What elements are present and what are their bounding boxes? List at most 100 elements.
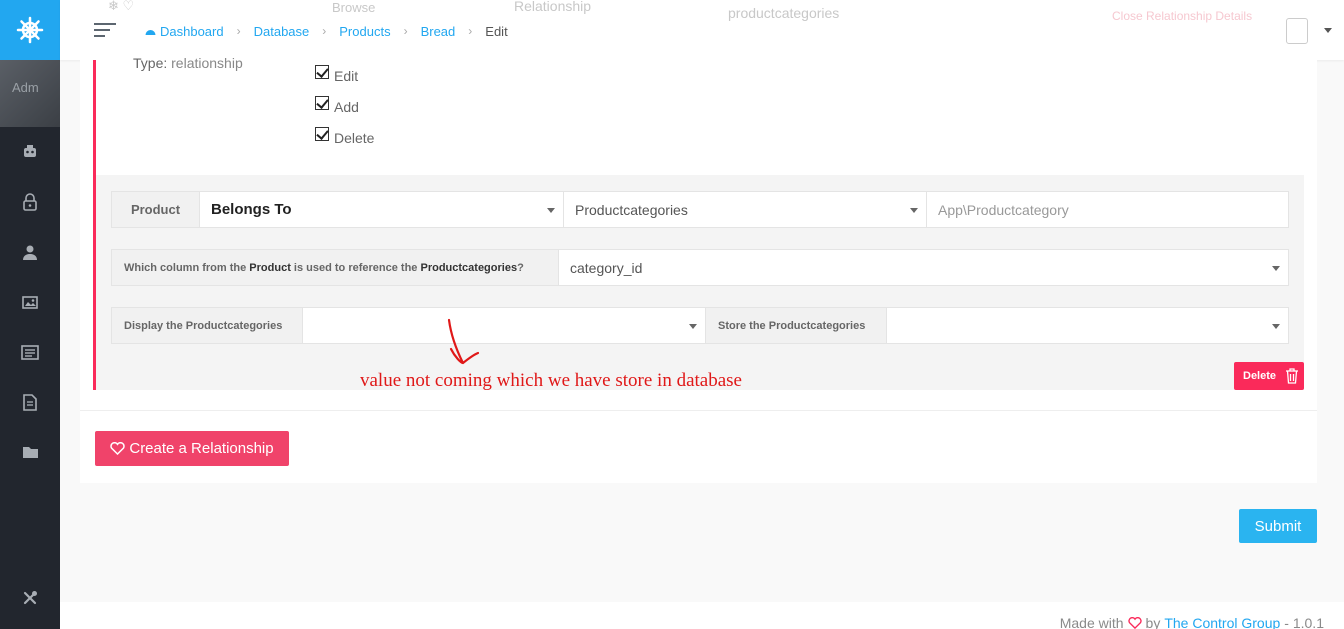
sidebar-item-pages[interactable] xyxy=(0,377,60,427)
breadcrumb-dashboard[interactable]: Dashboard xyxy=(160,24,224,39)
checkbox-add[interactable] xyxy=(315,96,329,110)
lock-icon xyxy=(23,193,37,211)
relationship-column-select[interactable]: category_id xyxy=(559,250,1288,285)
navbar: ❄ ♡ Browse Relationship productcategorie… xyxy=(60,0,1344,60)
relationship-model-label: Product xyxy=(112,192,200,227)
breadcrumb-database[interactable]: Database xyxy=(254,24,310,39)
field-type-label: Type: relationship xyxy=(133,55,243,71)
footer-company-link[interactable]: The Control Group xyxy=(1164,615,1280,629)
select-arrow-icon xyxy=(1272,266,1280,271)
select-arrow-icon xyxy=(547,208,555,213)
checkbox-add-row: Add xyxy=(315,91,359,115)
select-arrow-icon xyxy=(910,208,918,213)
breadcrumb-products[interactable]: Products xyxy=(339,24,390,39)
user-icon xyxy=(23,245,37,260)
relationship-table-value: Productcategories xyxy=(575,201,688,218)
robot-icon xyxy=(24,145,36,157)
relationship-display-store-row: Display the Productcategories Store the … xyxy=(111,307,1289,344)
submit-button[interactable]: Submit xyxy=(1239,509,1317,543)
delete-relationship-button[interactable]: Delete xyxy=(1234,362,1304,390)
annotation-text: value not coming which we have store in … xyxy=(360,370,742,391)
breadcrumb-separator: › xyxy=(322,24,327,38)
footer-made-with: Made with xyxy=(1059,615,1124,629)
ghost-close-details: Close Relationship Details xyxy=(1112,9,1253,23)
select-arrow-icon xyxy=(1272,324,1280,329)
sidebar-item-categories[interactable] xyxy=(0,427,60,477)
relationship-column-row: Which column from the Product is used to… xyxy=(111,249,1289,286)
footer: Made with by The Control Group - 1.0.1 xyxy=(60,602,1344,629)
checkbox-edit-row: Edit xyxy=(315,60,358,84)
column-q-model: Product xyxy=(249,261,291,274)
folder-icon xyxy=(22,447,38,458)
store-prefix: Store the xyxy=(718,319,766,332)
trash-icon xyxy=(1286,368,1299,384)
sidebar-item-posts[interactable] xyxy=(0,327,60,377)
display-prefix: Display the xyxy=(124,319,183,332)
column-q-prefix: Which column from the xyxy=(124,261,247,274)
field-type-prefix: Type: xyxy=(133,55,168,71)
avatar[interactable] xyxy=(1286,18,1308,44)
relationship-model-placeholder: App\Productcategory xyxy=(938,201,1069,218)
relationship-type-value: Belongs To xyxy=(211,201,292,218)
images-icon xyxy=(22,295,38,309)
hamburger-menu-button[interactable] xyxy=(94,23,116,37)
sidebar-user[interactable]: Adm xyxy=(0,60,60,127)
relationship-store-select[interactable] xyxy=(887,308,1288,343)
news-icon xyxy=(21,344,39,360)
sidebar-item-user[interactable] xyxy=(0,227,60,277)
user-dropdown-caret-icon[interactable] xyxy=(1324,28,1332,33)
checkbox-delete-row: Delete xyxy=(315,122,374,146)
sidebar-user-name: Adm xyxy=(12,80,39,95)
column-q-mid: is used to reference the xyxy=(293,261,418,274)
store-label: Store the Productcategories xyxy=(706,308,887,343)
ghost-heart-icon: ❄ ♡ xyxy=(108,0,135,13)
create-relationship-label: Create a Relationship xyxy=(129,440,274,457)
breadcrumb-edit: Edit xyxy=(485,23,508,39)
relationship-block: Type: relationship Edit Add Delete Produ… xyxy=(93,55,1304,391)
relationship-panel: Type: relationship Edit Add Delete Produ… xyxy=(80,55,1317,483)
breadcrumb-separator: › xyxy=(403,24,408,38)
submit-label: Submit xyxy=(1254,517,1302,535)
create-relationship-button[interactable]: Create a Relationship xyxy=(95,431,289,466)
relationship-display-select[interactable] xyxy=(303,308,706,343)
footer-by: by xyxy=(1145,615,1161,629)
ship-wheel-icon xyxy=(16,16,44,44)
breadcrumb-separator: › xyxy=(468,24,473,38)
column-q-end: ? xyxy=(517,261,524,274)
annotation-arrow xyxy=(447,318,480,365)
sidebar-item-lock[interactable] xyxy=(0,177,60,227)
ghost-relationship-label: Relationship xyxy=(514,0,592,14)
display-table: Productcategories xyxy=(185,319,283,332)
relationship-model-input[interactable]: App\Productcategory xyxy=(927,192,1288,227)
breadcrumb-separator: › xyxy=(236,24,241,38)
footer-text: Made with by The Control Group - 1.0.1 xyxy=(1060,615,1324,629)
checkbox-delete-label: Delete xyxy=(334,130,375,146)
select-arrow-icon xyxy=(689,324,697,329)
heart-icon xyxy=(110,442,126,455)
checkbox-edit-label: Edit xyxy=(334,68,359,84)
sidebar-item-tools[interactable] xyxy=(0,583,60,613)
ghost-browse-label: Browse xyxy=(332,0,376,15)
relationship-table-select[interactable]: Productcategories xyxy=(564,192,927,227)
delete-label: Delete xyxy=(1243,370,1277,382)
display-label: Display the Productcategories xyxy=(112,308,303,343)
checkbox-add-label: Add xyxy=(334,99,359,115)
document-icon xyxy=(23,393,37,411)
breadcrumb-bread[interactable]: Bread xyxy=(421,24,456,39)
logo[interactable] xyxy=(0,0,60,60)
column-q-table: Productcategories xyxy=(420,261,518,274)
sidebar: Adm xyxy=(0,0,60,629)
dashboard-icon xyxy=(145,29,156,35)
ghost-value: productcategories xyxy=(728,5,840,21)
store-table: Productcategories xyxy=(768,319,866,332)
sidebar-item-media[interactable] xyxy=(0,277,60,327)
panel-divider xyxy=(80,410,1317,411)
footer-version: - 1.0.1 xyxy=(1284,615,1324,629)
sidebar-item-robot[interactable] xyxy=(0,127,60,177)
checkbox-delete[interactable] xyxy=(315,127,329,141)
breadcrumb: Dashboard › Database › Products › Bread … xyxy=(135,16,522,46)
relationship-type-select[interactable]: Belongs To xyxy=(200,192,564,227)
relationship-type-row: Product Belongs To Productcategories App… xyxy=(111,191,1289,228)
relationship-column-label: Which column from the Product is used to… xyxy=(112,250,559,285)
checkbox-edit[interactable] xyxy=(315,65,329,79)
